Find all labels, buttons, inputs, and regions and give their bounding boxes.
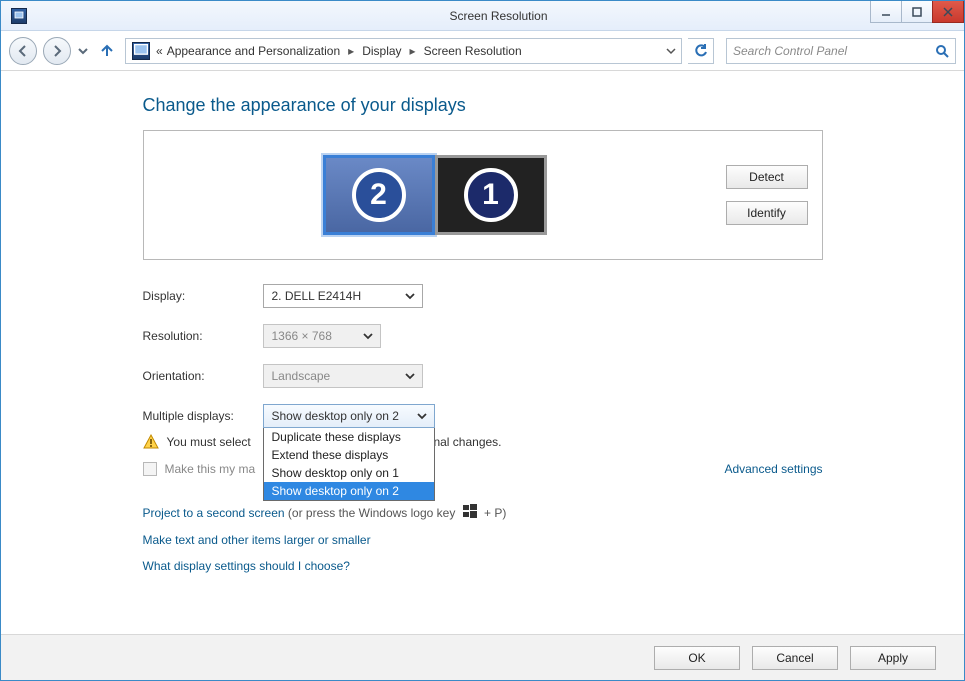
refresh-button[interactable] <box>688 38 714 64</box>
help-link[interactable]: What display settings should I choose? <box>143 559 350 573</box>
apply-button[interactable]: Apply <box>850 646 936 670</box>
back-button[interactable] <box>9 37 37 65</box>
minimize-button[interactable] <box>870 1 902 23</box>
link-list: Project to a second screen (or press the… <box>143 500 823 580</box>
up-button[interactable] <box>95 39 119 63</box>
monitor-1[interactable]: 1 <box>435 155 547 235</box>
dropdown-option[interactable]: Extend these displays <box>264 446 434 464</box>
apply-warning: You must select onal changes. <box>143 434 823 450</box>
search-input[interactable]: Search Control Panel <box>726 38 956 64</box>
breadcrumb-prefix: « <box>154 44 165 58</box>
content-area: Change the appearance of your displays 2… <box>1 71 964 634</box>
orientation-select[interactable]: Landscape <box>263 364 423 388</box>
monitor-number: 1 <box>464 168 518 222</box>
address-bar[interactable]: « Appearance and Personalization ▸ Displ… <box>125 38 682 64</box>
breadcrumb-part[interactable]: Screen Resolution <box>422 44 524 58</box>
chevron-down-icon <box>360 331 376 341</box>
dropdown-option[interactable]: Show desktop only on 1 <box>264 464 434 482</box>
control-panel-icon <box>11 8 27 24</box>
main-display-label: Make this my ma <box>165 462 256 476</box>
dropdown-option-selected[interactable]: Show desktop only on 2 <box>264 482 434 500</box>
orientation-label: Orientation: <box>143 369 263 383</box>
search-placeholder: Search Control Panel <box>733 44 935 58</box>
windows-key-icon <box>463 501 477 527</box>
multiple-displays-select[interactable]: Show desktop only on 2 <box>263 404 435 428</box>
maximize-button[interactable] <box>901 1 933 23</box>
breadcrumb-separator: ▸ <box>404 44 422 58</box>
address-bar-row: « Appearance and Personalization ▸ Displ… <box>1 31 964 71</box>
display-arrangement-box: 2 1 Detect Identify <box>143 130 823 260</box>
window-controls <box>871 1 964 23</box>
cancel-button[interactable]: Cancel <box>752 646 838 670</box>
search-icon <box>935 44 949 58</box>
text-size-link[interactable]: Make text and other items larger or smal… <box>143 533 371 547</box>
detect-button[interactable]: Detect <box>726 165 808 189</box>
advanced-settings-link[interactable]: Advanced settings <box>724 462 822 476</box>
dialog-button-row: OK Cancel Apply <box>1 634 964 680</box>
main-display-row: Make this my ma Advanced settings <box>143 462 823 476</box>
multiple-displays-dropdown: Duplicate these displays Extend these di… <box>263 428 435 501</box>
page-title: Change the appearance of your displays <box>143 95 823 116</box>
project-link[interactable]: Project to a second screen <box>143 506 285 520</box>
titlebar: Screen Resolution <box>1 1 964 31</box>
dropdown-option[interactable]: Duplicate these displays <box>264 428 434 446</box>
ok-button[interactable]: OK <box>654 646 740 670</box>
chevron-down-icon <box>402 291 418 301</box>
location-icon <box>132 42 150 60</box>
main-display-checkbox[interactable] <box>143 462 157 476</box>
monitor-number: 2 <box>352 168 406 222</box>
chevron-down-icon <box>402 371 418 381</box>
display-label: Display: <box>143 289 263 303</box>
monitor-preview[interactable]: 2 1 <box>144 155 726 235</box>
identify-button[interactable]: Identify <box>726 201 808 225</box>
resolution-label: Resolution: <box>143 329 263 343</box>
forward-button[interactable] <box>43 37 71 65</box>
history-dropdown[interactable] <box>77 37 89 65</box>
resolution-select[interactable]: 1366 × 768 <box>263 324 381 348</box>
address-dropdown[interactable] <box>661 46 681 56</box>
breadcrumb-separator: ▸ <box>342 44 360 58</box>
breadcrumb-part[interactable]: Display <box>360 44 403 58</box>
chevron-down-icon <box>414 411 430 421</box>
breadcrumb-part[interactable]: Appearance and Personalization <box>165 44 342 58</box>
multiple-displays-label: Multiple displays: <box>143 409 263 423</box>
screen-resolution-window: Screen Resolution <box>0 0 965 681</box>
window-title: Screen Resolution <box>33 9 964 23</box>
display-select[interactable]: 2. DELL E2414H <box>263 284 423 308</box>
warning-icon <box>143 434 159 450</box>
close-button[interactable] <box>932 1 964 23</box>
monitor-2[interactable]: 2 <box>323 155 435 235</box>
